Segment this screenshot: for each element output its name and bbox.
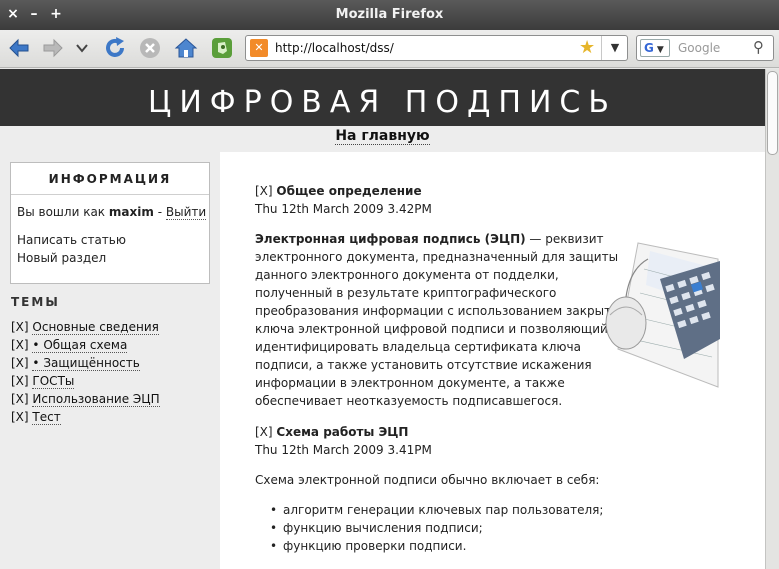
new-section-link[interactable]: Новый раздел	[17, 251, 106, 265]
login-separator: -	[157, 205, 163, 219]
article-paragraph-line: информации в электронном документе, а та…	[255, 376, 565, 390]
article-paragraph-line: полученный в результате криптографическо…	[255, 286, 557, 300]
search-icon[interactable]: ⚲	[753, 38, 764, 56]
article-intro: Схема электронной подписи обычно включае…	[255, 473, 600, 487]
home-button[interactable]	[172, 35, 200, 61]
delete-topic-marker[interactable]: [X]	[11, 392, 29, 406]
logout-link[interactable]: Выйти	[165, 205, 207, 220]
home-link-container: На главную	[0, 128, 765, 145]
window-minimize-button[interactable]: –	[26, 6, 42, 22]
article-paragraph-line: подписи, а также установить отсутствие и…	[255, 358, 592, 372]
vertical-scrollbar[interactable]	[765, 69, 779, 569]
article-paragraph-line: идентифицировать владельца сертификата к…	[255, 340, 581, 354]
list-item: функцию проверки подписи.	[270, 539, 466, 553]
delete-topic-marker[interactable]: [X]	[11, 374, 29, 388]
login-prefix: Вы вошли как	[17, 205, 106, 219]
article-title[interactable]: Общее определение	[276, 184, 421, 198]
url-dropdown-button[interactable]: ▼	[601, 36, 628, 60]
article-paragraph-line: преобразования информации с использовани…	[255, 304, 633, 318]
username: maxim	[108, 205, 154, 219]
forward-arrow-icon	[43, 38, 63, 58]
topic-link[interactable]: Использование ЭЦП	[32, 392, 160, 407]
topic-item: [X] • Защищённость	[11, 356, 140, 371]
topic-link[interactable]: Тест	[32, 410, 61, 425]
article-text: — реквизит	[525, 232, 604, 246]
search-engine-selector[interactable]: G ▼	[640, 39, 670, 57]
article-illustration	[605, 242, 720, 388]
google-icon: G	[644, 41, 654, 55]
site-favicon-icon: ✕	[250, 39, 268, 57]
stop-icon	[140, 38, 160, 58]
main-content: [X] Общее определение Thu 12th March 200…	[220, 152, 765, 569]
search-input[interactable]: Google	[678, 41, 720, 55]
article-date: Thu 12th March 2009 3.41PM	[255, 443, 432, 457]
article-title[interactable]: Схема работы ЭЦП	[276, 425, 408, 439]
window-maximize-button[interactable]: +	[48, 6, 64, 22]
reload-button[interactable]	[101, 35, 129, 61]
evernote-button[interactable]	[209, 35, 235, 61]
evernote-icon	[212, 38, 232, 58]
topic-item: [X] Тест	[11, 410, 61, 425]
topic-item: [X] ГОСТы	[11, 374, 75, 389]
topic-item: [X] Основные сведения	[11, 320, 159, 335]
site-title: ЦИФРОВАЯ ПОДПИСЬ	[148, 85, 617, 120]
article-date: Thu 12th March 2009 3.42PM	[255, 202, 432, 216]
topic-item: [X] Использование ЭЦП	[11, 392, 160, 407]
delete-article-marker[interactable]: [X]	[255, 184, 273, 198]
delete-topic-marker[interactable]: [X]	[11, 410, 29, 424]
url-input[interactable]: http://localhost/dss/	[275, 41, 394, 55]
topic-link[interactable]: • Общая схема	[32, 338, 128, 353]
delete-topic-marker[interactable]: [X]	[11, 338, 29, 352]
chevron-down-icon: ▼	[656, 45, 664, 55]
page-viewport: ЦИФРОВАЯ ПОДПИСЬ На главную ИНФОРМАЦИЯ В…	[0, 69, 779, 569]
window-title: Mozilla Firefox	[335, 7, 444, 22]
forward-button[interactable]	[40, 35, 66, 61]
history-dropdown-button[interactable]	[74, 35, 90, 61]
site-header: ЦИФРОВАЯ ПОДПИСЬ	[0, 69, 765, 126]
topic-link[interactable]: Основные сведения	[32, 320, 159, 335]
stop-button[interactable]	[137, 35, 163, 61]
topic-item: [X] • Общая схема	[11, 338, 128, 353]
home-icon	[174, 38, 198, 58]
delete-topic-marker[interactable]: [X]	[11, 320, 29, 334]
back-arrow-icon	[9, 38, 29, 58]
list-item: функцию вычисления подписи;	[270, 521, 483, 535]
home-link[interactable]: На главную	[335, 128, 430, 145]
info-heading: ИНФОРМАЦИЯ	[11, 163, 209, 195]
window-titlebar: × – + Mozilla Firefox	[0, 0, 779, 30]
article-paragraph-line: ключа электронной цифровой подписи и поз…	[255, 322, 608, 336]
address-bar[interactable]: ✕ http://localhost/dss/ ★ ▼	[245, 35, 628, 61]
chevron-down-icon	[76, 44, 88, 53]
topics-heading: ТЕМЫ	[11, 295, 60, 309]
article-lead: Электронная цифровая подпись (ЭЦП)	[255, 232, 526, 246]
bookmark-star-icon[interactable]: ★	[579, 37, 595, 58]
search-bar[interactable]: G ▼ Google ⚲	[636, 35, 774, 61]
info-panel: ИНФОРМАЦИЯ Вы вошли как maxim - Выйти На…	[10, 162, 210, 284]
article-paragraph-line: данного электронного документа от поддел…	[255, 268, 559, 282]
back-button[interactable]	[6, 35, 32, 61]
navigation-toolbar: ✕ http://localhost/dss/ ★ ▼ G ▼ Google ⚲	[0, 30, 779, 68]
topic-link[interactable]: ГОСТы	[32, 374, 75, 389]
scrollbar-thumb[interactable]	[767, 71, 778, 155]
article-heading: [X] Общее определение	[255, 184, 422, 198]
topic-link[interactable]: • Защищённость	[32, 356, 140, 371]
article-paragraph-line: электронного документа, предназначенный …	[255, 250, 619, 264]
delete-topic-marker[interactable]: [X]	[11, 356, 29, 370]
article-heading: [X] Схема работы ЭЦП	[255, 425, 408, 439]
reload-icon	[106, 37, 124, 57]
window-close-button[interactable]: ×	[5, 6, 21, 22]
delete-article-marker[interactable]: [X]	[255, 425, 273, 439]
article-paragraph-line: обеспечивает неотказуемость подписавшего…	[255, 394, 563, 408]
list-item: алгоритм генерации ключевых пар пользова…	[270, 503, 603, 517]
write-article-link[interactable]: Написать статью	[17, 233, 126, 247]
login-status: Вы вошли как maxim - Выйти	[17, 205, 207, 220]
article-paragraph-line: Электронная цифровая подпись (ЭЦП) — рек…	[255, 232, 604, 246]
